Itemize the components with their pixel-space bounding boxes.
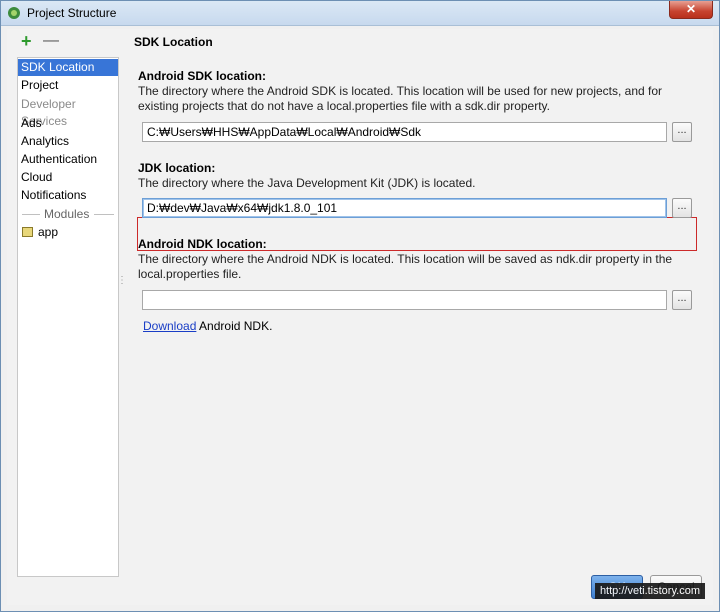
add-icon[interactable]: + — [21, 32, 35, 50]
title-bar[interactable]: Project Structure ✕ — [1, 1, 719, 26]
download-ndk-suffix: Android NDK. — [196, 319, 273, 333]
android-sdk-browse-button[interactable]: ... — [672, 122, 692, 142]
watermark-url: http://veti.tistory.com — [594, 583, 705, 599]
separator-line — [94, 214, 114, 215]
sidebar-item-analytics[interactable]: Analytics — [18, 133, 118, 150]
modules-header: Modules — [44, 207, 90, 221]
splitter-handle[interactable]: ⋮ — [117, 276, 127, 293]
module-label: app — [38, 225, 59, 239]
separator-line — [22, 214, 40, 215]
android-ndk-description: The directory where the Android NDK is l… — [138, 252, 673, 281]
android-sdk-label: Android SDK location: — [138, 69, 266, 83]
download-ndk-link[interactable]: Download — [143, 319, 196, 333]
android-ndk-label: Android NDK location: — [138, 237, 267, 251]
sidebar-group-developer-services: Developer Services — [21, 97, 76, 128]
dialog-content: + — SDK Location Project Developer Servi… — [7, 29, 713, 605]
android-studio-icon — [8, 7, 20, 19]
sidebar: SDK Location Project Developer Services … — [17, 57, 119, 577]
jdk-browse-button[interactable]: ... — [672, 198, 692, 218]
sidebar-item-ads[interactable]: Ads — [18, 115, 118, 132]
modules-separator: Modules — [18, 206, 118, 223]
android-sdk-description: The directory where the Android SDK is l… — [138, 84, 663, 113]
sidebar-item-module-app[interactable]: app — [18, 224, 118, 241]
section-title: SDK Location — [134, 35, 213, 49]
sidebar-item-sdk-location[interactable]: SDK Location — [18, 59, 118, 76]
sidebar-item-project[interactable]: Project — [18, 77, 118, 94]
sdk-location-panel: SDK Location Android SDK location: The d… — [127, 29, 713, 579]
download-ndk-row: Download Android NDK. — [143, 319, 272, 333]
sidebar-item-authentication[interactable]: Authentication — [18, 151, 118, 168]
android-ndk-browse-button[interactable]: ... — [672, 290, 692, 310]
remove-icon[interactable]: — — [43, 33, 59, 49]
sidebar-item-notifications[interactable]: Notifications — [18, 187, 118, 204]
project-structure-window: Project Structure ✕ + — SDK Location Pro… — [0, 0, 720, 612]
jdk-description: The directory where the Java Development… — [138, 176, 476, 190]
android-ndk-path-field[interactable] — [142, 290, 667, 310]
android-sdk-path-field[interactable]: C:₩Users₩HHS₩AppData₩Local₩Android₩Sdk — [142, 122, 667, 142]
window-title: Project Structure — [27, 6, 117, 20]
close-button[interactable]: ✕ — [669, 1, 713, 19]
jdk-path-field[interactable]: D:₩dev₩Java₩x64₩jdk1.8.0_101 — [142, 198, 667, 218]
module-folder-icon — [22, 227, 33, 237]
sidebar-item-cloud[interactable]: Cloud — [18, 169, 118, 186]
jdk-label: JDK location: — [138, 161, 216, 175]
